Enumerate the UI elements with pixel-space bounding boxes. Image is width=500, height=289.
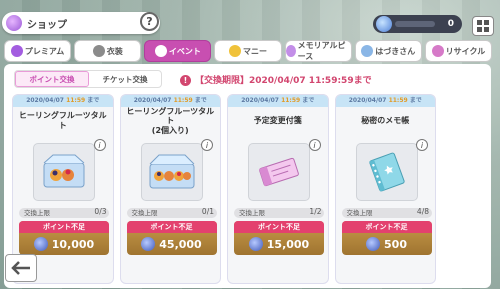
top-bar: ショップ ? 0: [0, 8, 500, 36]
exchange-button[interactable]: ポイント不足 45,000: [126, 221, 217, 255]
exchange-period: ! 【交換期限】2020/04/07 11:59:59まで: [180, 73, 372, 86]
insufficient-points-label: ポイント不足: [19, 221, 109, 233]
info-icon[interactable]: i: [201, 139, 213, 151]
item-card[interactable]: 2020/04/07 11:59 まで ヒーリングフルーツタルト (2個入り) …: [119, 94, 221, 284]
card-deadline: 2020/04/07 11:59 まで: [120, 95, 220, 107]
insufficient-points-label: ポイント不足: [234, 221, 324, 233]
shop-tabs: プレミアム 衣装 イベント マニー メモリアルピース はづきさん リサイクル: [4, 40, 492, 62]
page-title-pill: ショップ: [2, 12, 160, 34]
info-icon[interactable]: i: [308, 139, 321, 151]
insufficient-points-label: ポイント不足: [341, 221, 432, 233]
item-card-list: 2020/04/07 11:59 まで ヒーリングフルーツタルト i 交換上限 …: [12, 94, 436, 284]
sticky-note-icon: [248, 143, 310, 201]
costume-icon: [92, 45, 105, 57]
exchange-button[interactable]: ポイント不足 10,000: [19, 221, 109, 255]
fruit-tart-icon: [33, 143, 95, 201]
fruit-tart-double-icon: [140, 143, 203, 201]
item-card[interactable]: 2020/04/07 11:59 まで 秘密のメモ帳 i 交換上限 4/8 ポイ…: [334, 94, 436, 284]
help-button[interactable]: ?: [140, 12, 159, 31]
item-card[interactable]: 2020/04/07 11:59 まで 予定変更付箋 i 交換上限 1/2 ポイ…: [227, 94, 329, 284]
grid-menu-button[interactable]: [472, 16, 494, 36]
subtab-point-exchange[interactable]: ポイント交換: [15, 71, 89, 87]
tab-recycle[interactable]: リサイクル: [424, 40, 492, 62]
card-deadline: 2020/04/07 11:59 まで: [228, 95, 328, 107]
gem-counter[interactable]: 0: [373, 15, 462, 33]
exchange-subtabs: ポイント交換 チケット交換: [14, 70, 162, 88]
page-title: ショップ: [27, 19, 67, 31]
gem-count: 0: [447, 19, 454, 29]
item-name: 予定変更付箋: [253, 116, 302, 126]
recycle-icon: [431, 45, 444, 57]
tab-memorial-piece[interactable]: メモリアルピース: [284, 40, 352, 62]
item-price: 500: [384, 237, 407, 251]
subtab-ticket-exchange[interactable]: チケット交換: [89, 71, 161, 87]
point-coin-icon: [141, 237, 156, 251]
insufficient-points-label: ポイント不足: [126, 221, 217, 233]
item-name: 秘密のメモ帳: [361, 116, 410, 126]
tab-money[interactable]: マニー: [214, 40, 282, 62]
item-name: ヒーリングフルーツタルト (2個入り): [126, 106, 215, 135]
back-arrow-icon: [11, 261, 30, 275]
memorial-piece-icon: [285, 45, 296, 57]
exchange-count: 1/2: [309, 207, 322, 216]
shop-panel: ポイント交換 チケット交換 ! 【交換期限】2020/04/07 11:59:59…: [4, 64, 491, 288]
info-icon[interactable]: i: [93, 139, 106, 151]
hazuki-icon: [361, 45, 374, 57]
item-price: 45,000: [159, 237, 202, 251]
shop-icon: [6, 15, 22, 31]
item-name: ヒーリングフルーツタルト: [18, 111, 107, 130]
card-deadline: 2020/04/07 11:59 まで: [13, 95, 113, 107]
alert-icon: !: [180, 75, 191, 86]
tab-hazuki[interactable]: はづきさん: [354, 40, 422, 62]
point-coin-icon: [366, 237, 381, 251]
gem-bar: [395, 21, 435, 27]
card-deadline: 2020/04/07 11:59 まで: [335, 95, 435, 107]
back-button[interactable]: [5, 254, 37, 282]
point-coin-icon: [33, 237, 48, 251]
event-icon: [154, 45, 167, 57]
item-price: 10,000: [51, 237, 95, 251]
tab-costume[interactable]: 衣装: [74, 40, 142, 62]
exchange-button[interactable]: ポイント不足 15,000: [234, 221, 324, 255]
memo-notebook-icon: [355, 143, 418, 201]
money-icon: [228, 45, 241, 57]
exchange-count: 4/8: [416, 207, 429, 216]
tab-premium[interactable]: プレミアム: [4, 40, 72, 62]
info-icon[interactable]: i: [416, 139, 428, 151]
exchange-count: 0/1: [201, 207, 214, 216]
gem-icon: [376, 16, 392, 32]
tab-event[interactable]: イベント: [144, 40, 212, 62]
exchange-count: 0/3: [94, 207, 107, 216]
exchange-button[interactable]: ポイント不足 500: [341, 221, 432, 255]
premium-icon: [10, 45, 23, 57]
grid-menu-icon: [477, 20, 482, 25]
point-coin-icon: [248, 237, 263, 251]
item-price: 15,000: [266, 237, 310, 251]
